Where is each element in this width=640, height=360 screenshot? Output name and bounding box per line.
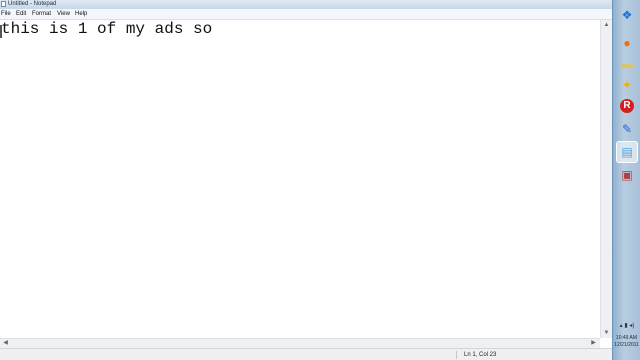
- status-divider: [456, 351, 457, 359]
- scroll-left-icon[interactable]: ◀: [0, 339, 11, 348]
- taskbar: ❖ ● ▬ ✦ R ✎ ▤ ▣ ▴ ▮ ◂) 10:49 AM 12/21/20…: [612, 0, 640, 360]
- window-title: Untitled - Notepad: [8, 1, 57, 7]
- menu-help[interactable]: Help: [75, 9, 87, 19]
- scroll-right-icon[interactable]: ▶: [588, 339, 599, 348]
- taskbar-firefox[interactable]: ●: [616, 32, 638, 54]
- menu-file[interactable]: File: [1, 9, 11, 19]
- notepad-app-icon: [1, 1, 6, 7]
- scroll-up-icon[interactable]: ▲: [601, 20, 612, 30]
- menu-format[interactable]: Format: [32, 9, 51, 19]
- editor-content: this is 1 of my ads so: [1, 20, 213, 38]
- taskbar-document-app[interactable]: ▣: [616, 164, 638, 186]
- cursor-position: Ln 1, Col 23: [464, 352, 497, 358]
- notepad-window: Untitled - Notepad File Edit Format View…: [0, 0, 612, 360]
- vertical-scrollbar[interactable]: ▲ ▼: [600, 20, 612, 338]
- menu-view[interactable]: View: [57, 9, 70, 19]
- paint-app-icon: ✎: [621, 122, 633, 136]
- folder-icon: ▬: [621, 57, 633, 71]
- taskbar-paint-app[interactable]: ✎: [616, 118, 638, 140]
- text-editor[interactable]: this is 1 of my ads so: [0, 20, 600, 338]
- tool-app-icon: ✦: [621, 78, 633, 92]
- menu-edit[interactable]: Edit: [16, 9, 26, 19]
- title-bar[interactable]: Untitled - Notepad: [0, 0, 612, 9]
- horizontal-scrollbar[interactable]: ◀ ▶: [0, 338, 600, 348]
- start-button[interactable]: ❖: [616, 4, 638, 26]
- windows-start-icon: ❖: [621, 8, 633, 22]
- notepad-icon: ▤: [621, 145, 633, 159]
- taskbar-folder[interactable]: ▬: [616, 53, 638, 75]
- roblox-icon: R: [620, 99, 634, 113]
- document-app-icon: ▣: [621, 168, 633, 182]
- taskbar-roblox[interactable]: R: [616, 95, 638, 117]
- status-bar: Ln 1, Col 23: [0, 348, 612, 360]
- system-tray-icons[interactable]: ▴ ▮ ◂): [616, 322, 638, 330]
- taskbar-clock[interactable]: 10:49 AM 12/21/2011: [613, 335, 640, 349]
- clock-time: 10:49 AM: [615, 335, 638, 341]
- scroll-down-icon[interactable]: ▼: [601, 328, 612, 338]
- firefox-icon: ●: [623, 36, 631, 50]
- taskbar-notepad[interactable]: ▤: [616, 141, 638, 163]
- menu-bar: File Edit Format View Help: [0, 9, 612, 20]
- clock-date: 12/21/2011: [614, 342, 639, 348]
- taskbar-tool-app[interactable]: ✦: [616, 74, 638, 96]
